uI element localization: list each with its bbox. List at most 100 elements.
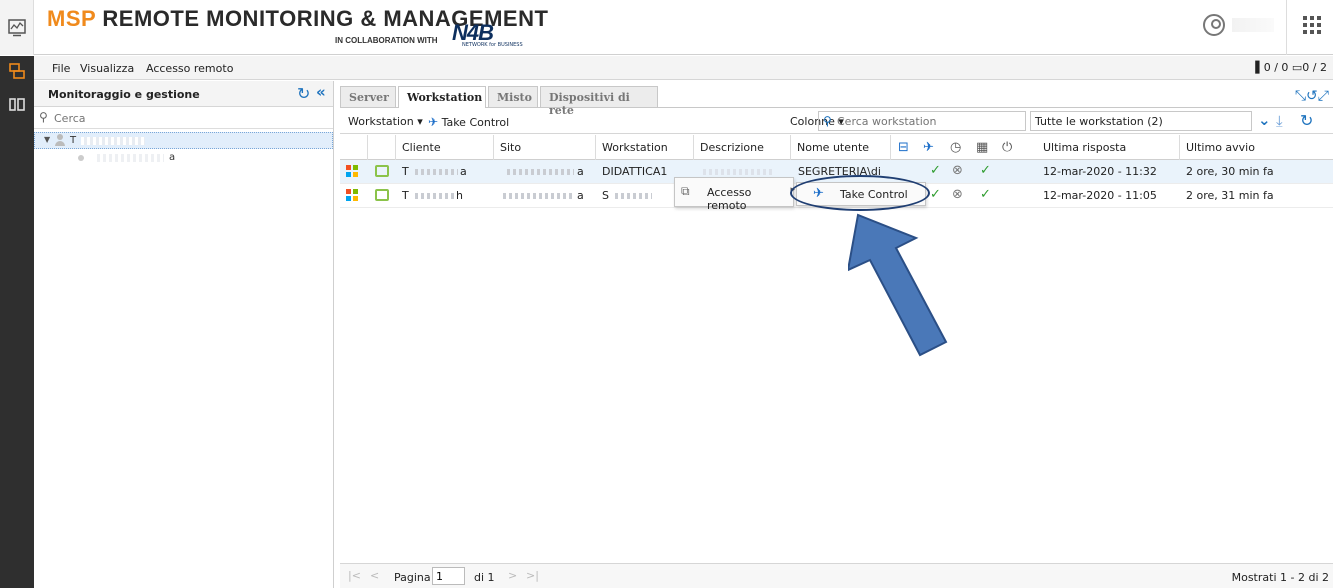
redacted-text [700,169,772,175]
filter-value: Tutte le workstation (2) [1035,115,1163,128]
cell-workstation: DIDATTICA1 [602,165,668,178]
cell-cliente-end: a [460,165,467,178]
redacted-text [500,193,574,199]
context-menu-remote-access[interactable]: Accesso remoto [707,186,793,212]
page-input[interactable] [432,567,465,585]
top-header: MSP REMOTE MONITORING & MANAGEMENT IN CO… [0,0,1333,55]
download-icon[interactable]: ⤓ [1276,112,1283,130]
cell-ultima-risposta: 12-mar-2020 - 11:05 [1043,189,1157,202]
redacted-text [81,137,145,145]
chevron-down-icon[interactable]: ⌄ [1258,111,1271,129]
refresh-icon[interactable]: ↻ [1300,111,1313,130]
windows-icon [346,165,358,177]
menu-accesso-remoto[interactable]: Accesso remoto [146,62,233,75]
redacted-text [612,193,652,199]
next-page-icon[interactable]: > [508,569,517,582]
view-controls-icons[interactable]: ⤡↺⤢ [1295,88,1329,104]
last-page-icon[interactable]: >| [526,569,539,582]
tree-search-input[interactable] [54,110,324,126]
page-label: Pagina [394,571,431,584]
expand-triangle-icon[interactable]: ▼ [44,135,50,144]
tree-node-label: a [169,152,176,163]
tab-dispositivi-di-rete[interactable]: Dispositivi di rete [540,86,658,117]
user-avatar-icon[interactable] [1203,14,1225,36]
tree-panel-header: Monitoraggio e gestione ↻ « [34,81,333,107]
collapse-panel-icon[interactable]: « [316,83,326,101]
cell-ultima-risposta: 12-mar-2020 - 11:32 [1043,165,1157,178]
left-rail [0,56,34,588]
pager: |< < Pagina di 1 > >| Mostrati 1 - 2 di … [340,563,1333,588]
workstation-filter-select[interactable]: Tutte le workstation (2) [1030,111,1252,131]
check-icon: ✓ [980,163,991,178]
take-control-label: Take Control [441,116,510,129]
grid-toolbar: Workstation ▾ ✈ Take Control Colonne ▾ ⚲… [340,110,1333,134]
customer-icon [55,134,65,146]
context-menu: ⧉ Accesso remoto ▸ [674,177,795,212]
cell-sito-end: a [577,189,584,202]
workstation-search: ⚲ [818,111,1026,131]
annotation-arrow-icon [848,213,948,357]
col-os [340,135,368,160]
workstation-menu[interactable]: Workstation ▾ [348,115,423,128]
prev-page-icon[interactable]: < [370,569,379,582]
cell-ultimo-avvio: 2 ore, 30 min fa [1186,165,1274,178]
col-descrizione[interactable]: Descrizione [694,135,791,160]
col-ultima-risposta[interactable]: Ultima risposta [1037,135,1180,160]
shown-count: Mostrati 1 - 2 di 2 [1231,571,1329,584]
tree-node-site[interactable]: a [34,150,333,167]
cell-ultimo-avvio: 2 ore, 31 min fa [1186,189,1274,202]
calendar-col-icon: ▦ [976,140,989,155]
col-nome-utente[interactable]: Nome utente [791,135,891,160]
take-control-icon: ✈ [428,115,439,129]
search-icon: ⚲ [823,114,832,128]
check-icon: ✓ [930,187,941,202]
tree-search: ⚲ [34,107,333,129]
redacted-text [94,154,164,162]
grid-header: Cliente Sito Workstation Descrizione Nom… [340,135,1333,160]
redacted-text [412,169,458,175]
tab-workstation[interactable]: Workstation [398,86,486,108]
col-cliente[interactable]: Cliente [396,135,494,160]
error-circle-icon: ⊗ [952,187,963,202]
menu-file[interactable]: File [52,62,70,75]
highlight-ellipse [790,175,930,211]
tree-node-customer[interactable]: ▼ T [34,132,333,149]
col-workstation[interactable]: Workstation [596,135,694,160]
workstation-search-input[interactable] [837,114,1023,128]
tree-panel-title: Monitoraggio e gestione [48,88,200,101]
remote-devices-icon[interactable] [7,62,27,82]
device-counters: ▌0 / 0 ▭0 / 2 [1255,61,1327,74]
col-type [368,135,396,160]
col-ultimo-avvio[interactable]: Ultimo avvio [1180,135,1333,160]
search-icon: ⚲ [39,110,48,124]
first-page-icon[interactable]: |< [348,569,361,582]
page-of-label: di 1 [474,571,495,584]
take-control-col-icon: ✈ [923,140,934,155]
tab-server[interactable]: Server [340,86,396,107]
dashboard-icon[interactable] [7,96,27,116]
cell-workstation: S [602,189,609,202]
menu-visualizza[interactable]: Visualizza [80,62,134,75]
refresh-icon[interactable]: ↻ [297,84,310,103]
tab-misto[interactable]: Misto [488,86,538,107]
collab-text: IN COLLABORATION WITH [335,36,438,45]
brand-accent: MSP [47,6,96,31]
menubar: File Visualizza Accesso remoto ▌0 / 0 ▭0… [34,56,1333,80]
monitor-app-icon[interactable] [0,0,34,55]
cell-cliente-end: h [456,189,463,202]
clock-col-icon: ◷ [950,140,962,155]
redacted-text [504,169,574,175]
remote-access-icon: ⧉ [681,184,690,198]
take-control-button[interactable]: ✈ Take Control [428,115,509,129]
windows-icon [346,189,358,201]
tree-panel: Monitoraggio e gestione ↻ « ⚲ ▼ T a [34,81,334,588]
apps-grid-icon[interactable] [1303,16,1321,34]
col-sito[interactable]: Sito [494,135,596,160]
cell-cliente: T [402,189,409,202]
user-name-redacted [1232,18,1274,32]
cell-cliente: T [402,165,409,178]
check-icon: ✓ [930,163,941,178]
partner-logo-sub: NETWORK for BUSINESS [462,42,523,48]
power-col-icon: ⏻ [1002,140,1013,155]
device-tabs: Server Workstation Misto Dispositivi di … [340,86,1333,117]
